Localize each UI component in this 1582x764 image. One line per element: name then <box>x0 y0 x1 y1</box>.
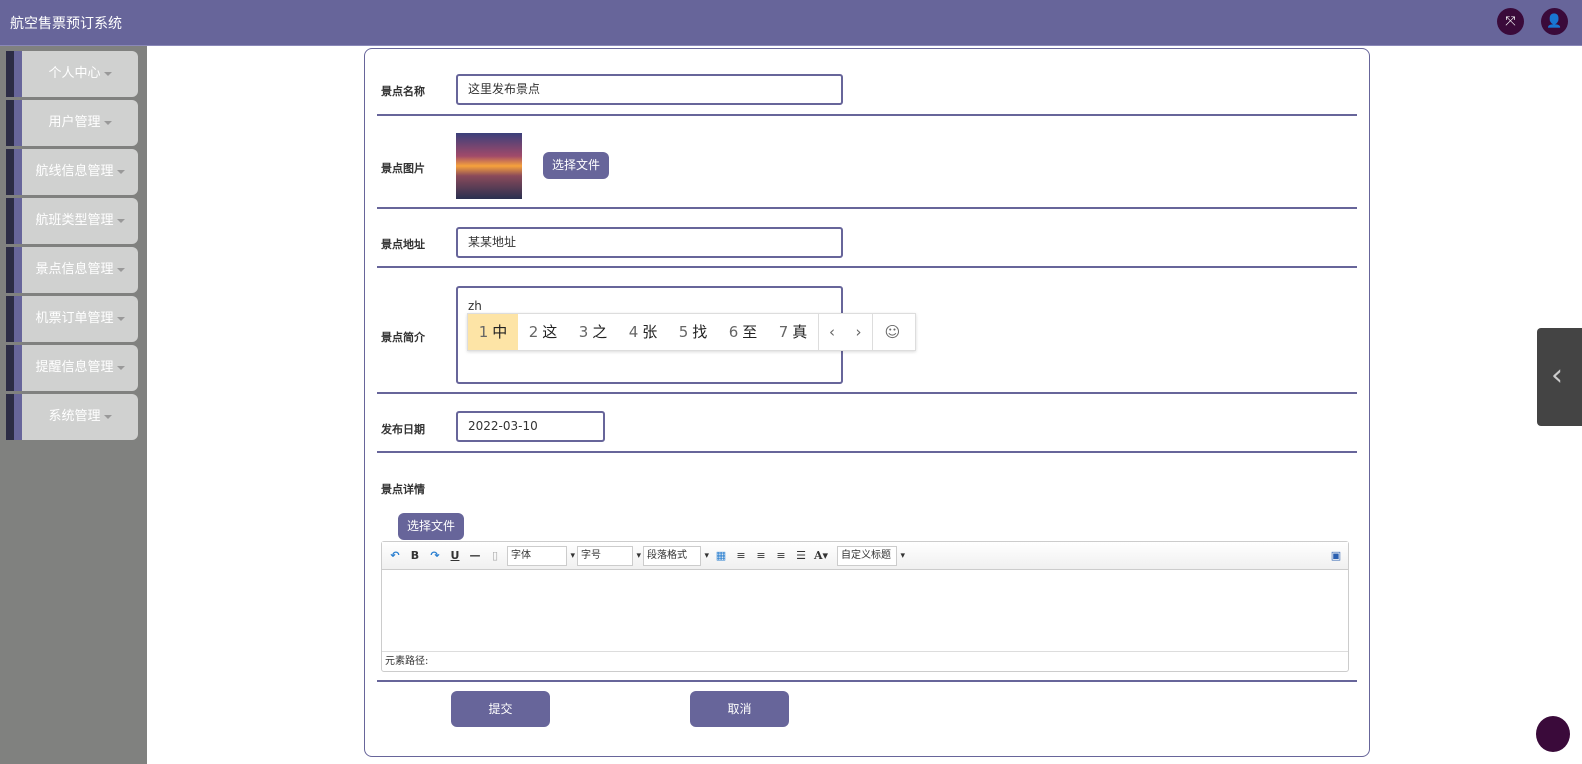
element-path: 元素路径: <box>382 651 1348 671</box>
menu-label: 航线信息管理 <box>35 164 114 179</box>
candidate-char: 至 <box>742 323 758 341</box>
choose-image-button[interactable]: 选择文件 <box>543 152 609 179</box>
sidebar-item-routes[interactable]: 航线信息管理 <box>6 149 138 195</box>
attraction-thumbnail <box>456 133 522 199</box>
caret-down-icon <box>116 169 125 174</box>
app-title: 航空售票预订系统 <box>10 16 122 32</box>
candidate-char: 真 <box>792 323 808 341</box>
chat-bubble-icon[interactable] <box>1536 716 1570 752</box>
font-color-icon[interactable]: A▾ <box>813 549 829 562</box>
divider <box>377 114 1357 116</box>
divider <box>377 392 1357 394</box>
caret-down-icon <box>116 365 125 370</box>
caret-down-icon <box>116 267 125 272</box>
sidebar: 个人中心 用户管理 航线信息管理 航班类型管理 景点信息管理 机票订单管理 提醒… <box>0 46 147 764</box>
sidebar-item-orders[interactable]: 机票订单管理 <box>6 296 138 342</box>
ime-candidate[interactable]: 7真 <box>768 314 818 350</box>
ime-candidate[interactable]: 1中 <box>468 314 518 350</box>
candidate-number: 6 <box>728 323 739 341</box>
menu-label: 机票订单管理 <box>35 311 114 326</box>
align-right-icon[interactable]: ≡ <box>753 549 769 562</box>
address-input[interactable]: 某某地址 <box>456 227 843 258</box>
ime-prev-icon[interactable]: ‹ <box>818 314 845 350</box>
font-family-select[interactable]: 字体 <box>507 545 575 566</box>
address-label: 景点地址 <box>381 238 425 251</box>
sidebar-item-flight-types[interactable]: 航班类型管理 <box>6 198 138 244</box>
caret-down-icon <box>116 316 125 321</box>
intro-label: 景点简介 <box>381 331 425 344</box>
menu-label: 景点信息管理 <box>35 262 114 277</box>
ime-next-icon[interactable]: › <box>845 314 872 350</box>
ime-candidate[interactable]: 4张 <box>618 314 668 350</box>
caret-down-icon <box>103 71 112 76</box>
sidebar-item-attractions[interactable]: 景点信息管理 <box>6 247 138 293</box>
candidate-char: 中 <box>492 323 508 341</box>
candidate-char: 找 <box>692 323 708 341</box>
candidate-number: 7 <box>778 323 789 341</box>
ime-candidate[interactable]: 6至 <box>718 314 768 350</box>
align-center-icon[interactable]: ≡ <box>773 549 789 562</box>
date-input[interactable]: 2022-03-10 <box>456 411 605 442</box>
menu-label: 航班类型管理 <box>35 213 114 228</box>
cancel-button[interactable]: 取消 <box>690 691 789 727</box>
menu-label: 系统管理 <box>48 409 101 424</box>
table-icon[interactable]: ▦ <box>713 549 729 562</box>
candidate-number: 1 <box>478 323 489 341</box>
menu-label: 个人中心 <box>48 66 101 81</box>
paragraph-format-select[interactable]: 段落格式 <box>643 545 709 566</box>
sidebar-item-reminders[interactable]: 提醒信息管理 <box>6 345 138 391</box>
sidebar-item-system[interactable]: 系统管理 <box>6 394 138 440</box>
rich-text-editor: ↶ B ↷ U — ▯ 字体 字号 段落格式 ▦ ≡ ≡ ≡ ☰ A▾ 自定义标… <box>381 541 1349 672</box>
sidebar-item-users[interactable]: 用户管理 <box>6 100 138 146</box>
caret-down-icon <box>116 218 125 223</box>
image-label: 景点图片 <box>381 162 425 175</box>
font-size-select[interactable]: 字号 <box>577 545 641 566</box>
editor-toolbar: ↶ B ↷ U — ▯ 字体 字号 段落格式 ▦ ≡ ≡ ≡ ☰ A▾ 自定义标… <box>382 542 1348 570</box>
user-icon[interactable]: 👤 <box>1541 8 1568 35</box>
divider <box>377 207 1357 209</box>
top-bar: 航空售票预订系统 ⤧ 👤 <box>0 0 1582 46</box>
ime-emoji-icon[interactable]: ☺ <box>872 314 912 350</box>
candidate-char: 这 <box>542 323 558 341</box>
choose-file-button[interactable]: 选择文件 <box>398 513 464 540</box>
redo-icon[interactable]: ↷ <box>427 549 443 562</box>
divider <box>377 266 1357 268</box>
preview-icon[interactable]: ▣ <box>1328 549 1344 562</box>
align-left-icon[interactable]: ≡ <box>733 549 749 562</box>
ime-candidate-popup: 1中 2这 3之 4张 5找 6至 7真 ‹ › ☺ <box>467 313 916 351</box>
details-label: 景点详情 <box>381 483 425 496</box>
candidate-number: 5 <box>678 323 689 341</box>
candidate-number: 3 <box>578 323 589 341</box>
divider <box>377 680 1357 682</box>
editor-content-area[interactable] <box>382 570 1348 652</box>
ime-candidate[interactable]: 5找 <box>668 314 718 350</box>
submit-button[interactable]: 提交 <box>451 691 550 727</box>
candidate-number: 4 <box>628 323 639 341</box>
caret-down-icon <box>103 120 112 125</box>
ime-candidate[interactable]: 3之 <box>568 314 618 350</box>
custom-heading-select[interactable]: 自定义标题 <box>837 545 905 566</box>
menu-label: 用户管理 <box>48 115 101 130</box>
name-input[interactable]: 这里发布景点 <box>456 74 843 105</box>
menu-label: 提醒信息管理 <box>35 360 114 375</box>
divider <box>377 451 1357 453</box>
collapse-panel-chevron-left-icon[interactable]: ‹ <box>1537 328 1582 426</box>
candidate-char: 张 <box>642 323 658 341</box>
bold-icon[interactable]: B <box>407 549 423 562</box>
ime-candidate[interactable]: 2这 <box>518 314 568 350</box>
name-label: 景点名称 <box>381 85 425 98</box>
underline-icon[interactable]: U <box>447 549 463 562</box>
sidebar-item-personal-center[interactable]: 个人中心 <box>6 51 138 97</box>
align-justify-icon[interactable]: ☰ <box>793 549 809 562</box>
fullscreen-icon[interactable]: ⤧ <box>1497 8 1524 35</box>
date-label: 发布日期 <box>381 423 425 436</box>
undo-icon[interactable]: ↶ <box>387 549 403 562</box>
caret-down-icon <box>103 414 112 419</box>
candidate-number: 2 <box>528 323 539 341</box>
horizontal-rule-icon[interactable]: — <box>467 549 483 562</box>
new-document-icon[interactable]: ▯ <box>487 549 503 562</box>
candidate-char: 之 <box>592 323 608 341</box>
